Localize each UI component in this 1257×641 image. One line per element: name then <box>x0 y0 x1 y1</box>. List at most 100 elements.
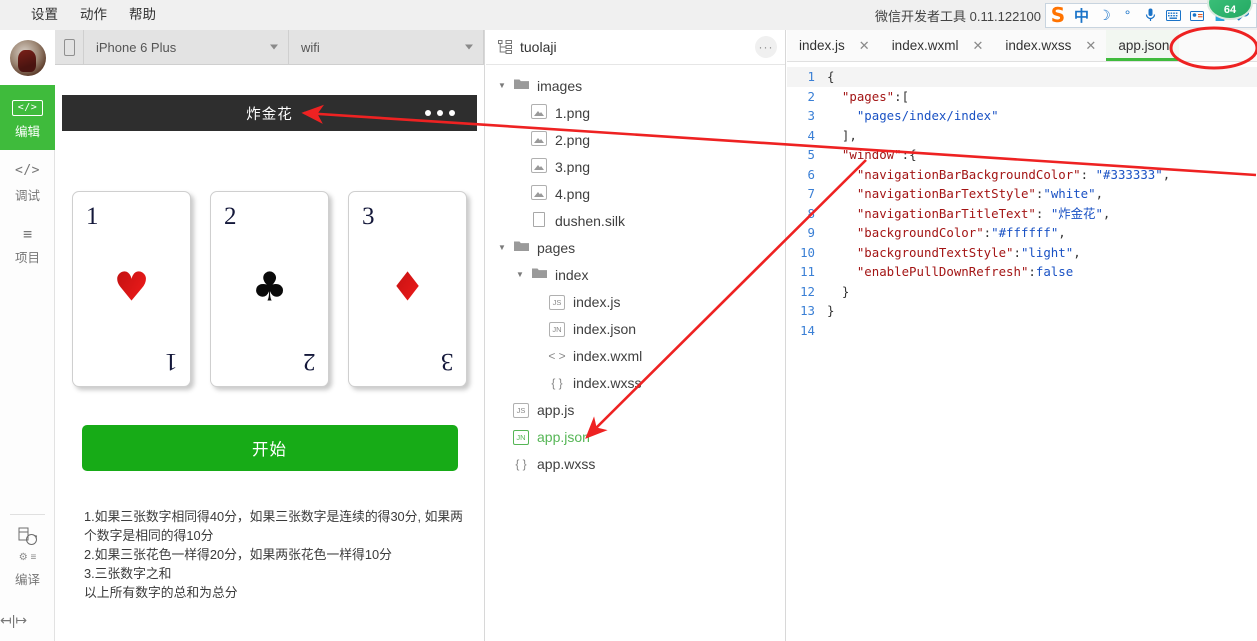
line-number: 4 <box>807 127 815 143</box>
tree-node-label: index.wxml <box>573 347 643 364</box>
rail-item-label: 编辑 <box>14 125 40 139</box>
code-line-text: { <box>827 69 835 84</box>
chevron-down-icon[interactable]: ▼ <box>494 243 510 252</box>
tree-node-label: index <box>555 266 589 283</box>
close-icon[interactable]: ✕ <box>1085 38 1096 54</box>
card-item[interactable]: 1 ♥ 1 <box>72 191 191 387</box>
code-line: 4 ], <box>787 126 1257 146</box>
ime-punctuation-icon[interactable]: ° <box>1116 4 1139 27</box>
project-name: tuolaji <box>520 39 557 55</box>
user-avatar[interactable] <box>0 30 55 85</box>
menu-help[interactable]: 帮助 <box>118 0 167 30</box>
tree-file-4-png[interactable]: 4.png <box>486 180 785 207</box>
card-number-bottom: 2 <box>302 348 316 375</box>
ime-card-icon[interactable] <box>1185 4 1208 27</box>
phone-menu-dots-icon[interactable] <box>425 110 455 116</box>
tree-file-index-wxml[interactable]: < > index.wxml <box>486 342 785 369</box>
menu-actions[interactable]: 动作 <box>69 0 118 30</box>
code-line: 3 "pages/index/index" <box>787 106 1257 126</box>
menu-bar: 设置 动作 帮助 微信开发者工具 0.11.122100 S 中 ☽ ° 64 <box>0 0 1257 30</box>
rail-item-debug[interactable]: </> 调试 <box>0 150 55 214</box>
tree-node-label: dushen.silk <box>555 212 626 229</box>
wxss-file-icon: { } <box>515 456 527 471</box>
ime-chinese-mode-icon[interactable]: 中 <box>1070 4 1093 27</box>
tree-file-index-json[interactable]: JN index.json <box>486 315 785 342</box>
tree-more-button[interactable]: ··· <box>755 36 777 58</box>
tree-file-dushen-silk[interactable]: dushen.silk <box>486 207 785 234</box>
chevron-down-icon[interactable]: ▼ <box>494 81 510 90</box>
editor-tab-bar: index.js ✕ index.wxml ✕ index.wxss ✕ app.json <box>787 30 1257 62</box>
card-number-top: 2 <box>224 203 237 230</box>
network-select-value: wifi <box>301 39 320 55</box>
code-line-text: "navigationBarTitleText": "炸金花", <box>856 205 1111 221</box>
folder-icon <box>528 267 550 282</box>
close-icon[interactable]: ✕ <box>859 38 870 54</box>
image-file-icon <box>528 103 550 122</box>
tree-file-index-js[interactable]: JS index.js <box>486 288 785 315</box>
phone-navigation-bar: 炸金花 <box>62 95 477 131</box>
close-icon[interactable]: ✕ <box>972 38 983 54</box>
device-select-value: iPhone 6 Plus <box>96 39 177 55</box>
tab-app-json[interactable]: app.json <box>1106 30 1180 61</box>
tree-file-app-json[interactable]: JN app.json <box>486 423 785 450</box>
tree-file-index-wxss[interactable]: { } index.wxss <box>486 369 785 396</box>
device-select[interactable]: iPhone 6 Plus <box>84 30 289 64</box>
rule-line: 以上所有数字的总和为总分 <box>84 585 238 600</box>
tree-folder-images[interactable]: ▼ images <box>486 72 785 99</box>
tree-file-app-js[interactable]: JS app.js <box>486 396 785 423</box>
network-select[interactable]: wifi <box>289 30 484 64</box>
tab-index-wxml[interactable]: index.wxml ✕ <box>880 30 994 61</box>
tree-file-1-png[interactable]: 1.png <box>486 99 785 126</box>
tree-file-3-png[interactable]: 3.png <box>486 153 785 180</box>
json-file-icon: JN <box>510 429 532 445</box>
card-item[interactable]: 3 ♦ 3 <box>348 191 467 387</box>
tab-index-wxss[interactable]: index.wxss ✕ <box>993 30 1106 61</box>
json-file-icon: JN <box>546 321 568 337</box>
chevron-down-icon[interactable]: ▼ <box>512 270 528 279</box>
code-icon: </> <box>11 100 44 116</box>
phone-icon[interactable] <box>55 30 84 64</box>
ime-microphone-icon[interactable] <box>1139 4 1162 27</box>
js-file-icon: JS <box>546 294 568 310</box>
panel-drag-handle[interactable]: ↤|↦ <box>0 598 55 641</box>
chevron-down-icon <box>270 44 278 50</box>
ime-moon-icon[interactable]: ☽ <box>1093 4 1116 27</box>
code-line-text: "window":{ <box>841 147 917 162</box>
card-row: 1 ♥ 1 2 ♣ 2 3 ♦ 3 <box>62 131 477 387</box>
menu-settings[interactable]: 设置 <box>20 0 69 30</box>
phone-nav-title: 炸金花 <box>246 106 293 123</box>
rail-item-compile[interactable]: ⚙ ≡ 编译 <box>0 515 55 598</box>
start-button[interactable]: 开始 <box>81 425 458 471</box>
rail-item-label: 调试 <box>14 189 40 203</box>
tab-label: index.wxml <box>891 38 959 53</box>
tab-index-js[interactable]: index.js ✕ <box>787 30 880 61</box>
ime-keyboard-icon[interactable] <box>1162 4 1185 27</box>
tree-folder-pages[interactable]: ▼ pages <box>486 234 785 261</box>
tree-node-label: 1.png <box>555 104 591 121</box>
tree-file-2-png[interactable]: 2.png <box>486 126 785 153</box>
sogou-logo-icon[interactable]: S <box>1046 3 1070 27</box>
simulator-stage: 炸金花 1 ♥ 1 2 ♣ 2 3 ♦ 3 开始 1.如果三张数字相同得40分，… <box>55 65 484 641</box>
tree-node-label: index.js <box>573 293 621 310</box>
code-line: 1{ <box>787 67 1257 87</box>
code-line: 2 "pages":[ <box>787 87 1257 107</box>
rail-item-edit[interactable]: </> 编辑 <box>0 85 55 150</box>
card-item[interactable]: 2 ♣ 2 <box>210 191 329 387</box>
rail-item-project[interactable]: ≡ 项目 <box>0 214 55 276</box>
tree-file-app-wxss[interactable]: { } app.wxss <box>486 450 785 477</box>
file-tree-header: tuolaji ··· <box>486 30 785 65</box>
code-line: 9 "backgroundColor":"#ffffff", <box>787 223 1257 243</box>
line-number: 5 <box>807 147 815 162</box>
tree-folder-index[interactable]: ▼ index <box>486 261 785 288</box>
js-file-icon: JS <box>510 402 532 418</box>
simulator-toolbar: iPhone 6 Plus wifi <box>55 30 484 65</box>
code-editor[interactable]: 1{2 "pages":[3 "pages/index/index" 4 ], 5 … <box>787 62 1257 641</box>
wxss-file-icon: { } <box>551 375 563 390</box>
project-structure-icon <box>494 40 516 54</box>
hamburger-icon: ≡ <box>22 225 33 243</box>
left-rail: </> 编辑 </> 调试 ≡ 项目 ⚙ ≡ 编译 ↤|↦ <box>0 30 55 641</box>
code-line: 14 <box>787 321 1257 341</box>
code-line-text: "pages/index/index" <box>856 108 999 123</box>
file-tree-panel: tuolaji ··· ▼ images 1.png 2.png 3.png 4.png d… <box>486 30 786 641</box>
rail-item-label: 编译 <box>14 573 40 587</box>
